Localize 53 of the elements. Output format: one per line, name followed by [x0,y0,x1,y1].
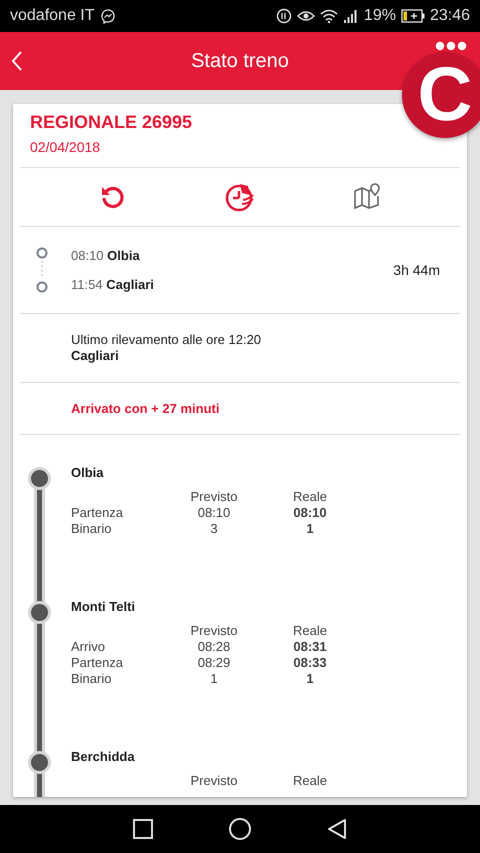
data-saver-icon [276,8,292,24]
battery-charging-icon [400,9,425,23]
column-header: Reale [292,489,328,505]
stop-name: Monti Telti [71,599,136,615]
eye-icon [296,9,315,23]
recents-icon[interactable] [132,818,154,840]
carrier-name: vodafone IT [10,7,94,25]
map-pin-icon[interactable] [353,183,382,211]
row-label: Binario [71,521,112,537]
battery-percentage: 19% [364,7,396,25]
column-header: Reale [292,623,328,639]
actual-value: 1 [305,521,315,537]
column-header: Previsto [190,489,238,505]
departure-time-station: 08:10 Olbia [71,248,141,263]
planned-value: 08:10 [196,505,232,521]
stop-name: Olbia [71,465,105,481]
delay-status: Arrivato con + 27 minuti [71,401,220,416]
arrival-time-station: 11:54 Cagliari [71,277,155,292]
planned-value: 08:29 [196,655,232,671]
wifi-icon [320,9,338,23]
row-label: Binario [71,671,112,687]
messenger-icon [100,8,116,24]
train-name: REGIONALE 26995 [30,112,194,133]
screen-title: Stato treno [191,50,289,72]
signal-icon [342,9,359,23]
floating-badge[interactable]: C [402,52,480,138]
planned-value: 3 [209,521,219,537]
stop-dot [31,754,48,771]
stop-name: Berchidda [71,749,136,765]
last-detection-station: Cagliari [71,348,120,364]
actual-value: 08:10 [292,505,328,521]
train-date: 02/04/2018 [30,139,102,155]
more-options-icon[interactable] [435,41,467,51]
clock-time: 23:46 [430,7,470,25]
home-icon[interactable] [228,817,252,841]
alarm-clock-icon[interactable] [224,182,256,212]
actual-value: 08:33 [292,655,328,671]
planned-value: 08:28 [196,639,232,655]
actual-value: 08:31 [292,639,328,655]
stop-dot [31,604,48,621]
trip-duration: 3h 44m [393,262,440,278]
row-label: Arrivo [71,639,106,655]
route-dots-icon [35,247,49,293]
row-label: Partenza [71,505,124,521]
column-header: Previsto [190,623,238,639]
row-label: Partenza [71,655,124,671]
planned-value: 1 [209,671,219,687]
back-icon[interactable] [326,818,348,840]
actual-value: 1 [305,671,315,687]
last-detection-time: Ultimo rilevamento alle ore 12:20 [71,332,262,348]
stop-dot [31,470,48,487]
column-header: Previsto [190,773,238,789]
column-header: Reale [292,773,328,789]
